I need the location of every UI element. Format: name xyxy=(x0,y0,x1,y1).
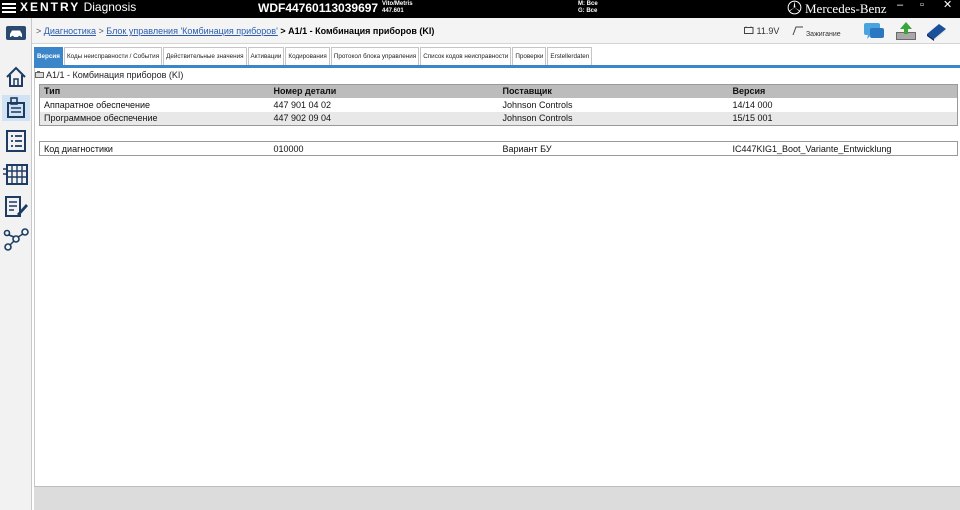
column-header-version[interactable]: Версия xyxy=(728,84,958,98)
ignition-key-icon xyxy=(792,26,803,36)
table-row[interactable]: Программное обеспечение 447 902 09 04 Jo… xyxy=(39,111,958,126)
section-title: A1/1 - Комбинация приборов (KI) xyxy=(35,70,183,80)
tab-checks[interactable]: Проверки xyxy=(512,47,547,65)
left-sidebar xyxy=(0,18,32,510)
app-title: XENTRY Diagnosis xyxy=(20,0,136,14)
list-icon[interactable] xyxy=(2,128,30,154)
control-unit-nav-button[interactable] xyxy=(2,95,30,121)
tab-coding[interactable]: Кодирования xyxy=(285,47,330,65)
breadcrumb-current: A1/1 - Комбинация приборов (KI) xyxy=(288,26,435,36)
tab-version[interactable]: Версия xyxy=(34,47,63,65)
tab-activations[interactable]: Активации xyxy=(247,47,285,65)
table-cell: 15/15 001 xyxy=(728,111,958,126)
vehicle-model-name: Vito/Metris xyxy=(382,1,413,7)
network-icon[interactable] xyxy=(2,227,30,253)
mercedes-logo-text: Mercedes-Benz xyxy=(805,1,887,16)
control-unit-small-icon xyxy=(35,71,44,78)
title-bar: XENTRY Diagnosis WDF44760113039697 Vito/… xyxy=(0,0,960,18)
breadcrumb-bar: > Диагностика > Блок управления 'Комбина… xyxy=(32,18,960,44)
diagnostic-code-table: Код диагностики 010000 Вариант БУ IC447K… xyxy=(39,141,958,156)
app-brand: XENTRY xyxy=(20,0,81,14)
app-name: Diagnosis xyxy=(83,0,137,14)
tab-control-unit-log[interactable]: Протокол блока управления xyxy=(330,47,420,65)
home-icon[interactable] xyxy=(2,64,30,90)
column-header-part-number[interactable]: Номер детали xyxy=(269,84,499,98)
chat-icon[interactable] xyxy=(862,20,886,42)
column-header-type[interactable]: Тип xyxy=(39,84,270,98)
breadcrumb-separator: > xyxy=(98,26,104,36)
table-row[interactable]: Аппаратное обеспечение 447 901 04 02 Joh… xyxy=(40,98,958,112)
vin-label: WDF44760113039697 xyxy=(258,1,379,15)
tab-bar: Версия Коды неисправности / События Дейс… xyxy=(34,47,593,65)
vehicle-button[interactable] xyxy=(6,26,26,40)
mode-m: M: Все xyxy=(578,1,598,7)
table-cell: 447 902 09 04 xyxy=(269,111,499,126)
car-icon xyxy=(10,30,22,39)
table-cell: 447 901 04 02 xyxy=(273,99,332,110)
breadcrumb-diagnostics[interactable]: Диагностика xyxy=(44,26,96,36)
voltage-value: 11.9V xyxy=(756,26,780,36)
manual-book-icon[interactable] xyxy=(924,20,948,42)
column-header-supplier[interactable]: Поставщик xyxy=(498,84,729,98)
maximize-button[interactable]: ▫ xyxy=(920,0,924,11)
table-cell: IC447KIG1_Boot_Variante_Entwicklung xyxy=(732,143,892,154)
table-cell: Аппаратное обеспечение xyxy=(44,99,151,110)
ignition-status: Зажигание xyxy=(792,26,841,38)
tab-creator-data[interactable]: Erstellerdaten xyxy=(547,47,593,65)
minimize-button[interactable]: – xyxy=(897,0,903,11)
tab-actual-values[interactable]: Действительные значения xyxy=(163,47,247,65)
table-cell: 14/14 000 xyxy=(732,99,773,110)
vehicle-model: Vito/Metris 447.601 xyxy=(382,1,413,15)
table-cell: Вариант БУ xyxy=(502,143,552,154)
tab-fault-codes[interactable]: Коды неисправности / События xyxy=(63,47,163,65)
table-header-row: Тип Номер детали Поставщик Версия xyxy=(39,84,958,98)
control-unit-icon xyxy=(7,97,25,118)
table-cell: Johnson Controls xyxy=(502,99,573,110)
tab-fault-code-list[interactable]: Список кодов неисправности xyxy=(420,47,512,65)
version-panel: A1/1 - Комбинация приборов (KI) Тип Номе… xyxy=(34,68,960,486)
battery-voltage: 11.9V xyxy=(744,26,779,36)
mode-g: G: Все xyxy=(578,8,598,14)
breadcrumb-separator: > xyxy=(36,26,42,36)
close-button[interactable]: ✕ xyxy=(943,0,952,11)
table-cell: Программное обеспечение xyxy=(39,111,270,126)
table-cell: Код диагностики xyxy=(44,143,113,154)
breadcrumb-control-unit[interactable]: Блок управления 'Комбинация приборов' xyxy=(106,26,278,36)
battery-icon xyxy=(744,26,754,34)
upload-icon[interactable] xyxy=(894,20,918,42)
vehicle-model-code: 447.601 xyxy=(382,8,404,14)
mercedes-star-icon xyxy=(787,0,802,15)
table-cell: 010000 xyxy=(273,143,304,154)
table-cell: Johnson Controls xyxy=(498,111,729,126)
version-table: Тип Номер детали Поставщик Версия Аппара… xyxy=(39,84,958,126)
menu-icon[interactable] xyxy=(2,1,16,15)
status-bar xyxy=(34,486,960,510)
breadcrumb: > Диагностика > Блок управления 'Комбина… xyxy=(36,26,434,36)
ignition-label: Зажигание xyxy=(805,31,841,38)
table-row[interactable]: Код диагностики 010000 Вариант БУ IC447K… xyxy=(40,142,958,156)
section-title-text: A1/1 - Комбинация приборов (KI) xyxy=(46,70,184,80)
module-grid-icon[interactable] xyxy=(2,161,30,187)
document-edit-icon[interactable] xyxy=(2,194,30,220)
xentry-window: XENTRY Diagnosis WDF44760113039697 Vito/… xyxy=(0,0,960,510)
breadcrumb-separator: > xyxy=(280,26,286,36)
mode-info: M: Все G: Все xyxy=(578,1,598,15)
